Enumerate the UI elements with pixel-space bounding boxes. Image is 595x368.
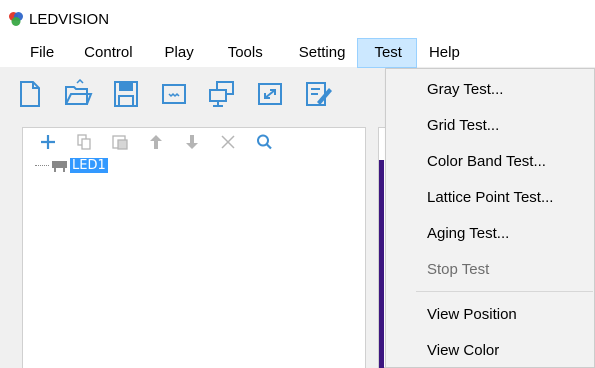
search-icon <box>257 134 272 150</box>
move-down-icon <box>186 135 198 149</box>
menu-item-view-position[interactable]: View Position <box>386 296 594 332</box>
tree-toolbar <box>23 128 365 156</box>
copy-icon <box>77 134 91 150</box>
menu-item-lattice-point-test[interactable]: Lattice Point Test... <box>386 179 594 215</box>
open-folder-icon <box>65 79 93 105</box>
menu-item-stop-test: Stop Test <box>427 260 490 278</box>
menu-setting[interactable]: Setting <box>287 38 358 68</box>
menu-item-aging-test[interactable]: Aging Test... <box>386 215 594 251</box>
menu-file[interactable]: File <box>0 38 78 68</box>
ledvision-logo-icon <box>9 12 23 26</box>
network-button[interactable] <box>206 78 238 110</box>
main-toolbar <box>0 68 380 120</box>
menu-item-grid-test[interactable]: Grid Test... <box>386 107 594 143</box>
edit-button[interactable] <box>302 78 334 110</box>
tree-connector <box>35 165 49 166</box>
display-icon <box>162 84 186 104</box>
search-button[interactable] <box>255 133 273 151</box>
new-file-button[interactable] <box>14 78 46 110</box>
fullscreen-icon <box>258 83 282 105</box>
open-button[interactable] <box>62 78 94 110</box>
menu-test[interactable]: Test <box>357 37 417 68</box>
move-up-icon <box>150 135 162 149</box>
paste-button[interactable] <box>111 133 129 151</box>
app-title: LEDVISION <box>29 10 110 28</box>
screen-tree-panel: LED1 <box>22 127 366 368</box>
menu-bar: File Control Play Tools Setting Test Hel… <box>0 37 595 68</box>
display-button[interactable] <box>158 78 190 110</box>
menu-play[interactable]: Play <box>153 38 218 68</box>
new-file-icon <box>20 81 40 107</box>
menu-control[interactable]: Control <box>78 38 152 68</box>
move-down-button[interactable] <box>183 133 201 151</box>
menu-tools[interactable]: Tools <box>218 38 287 68</box>
tree-node-label: LED1 <box>70 158 108 173</box>
delete-icon <box>221 135 235 149</box>
menu-item-gray-test[interactable]: Gray Test... <box>386 71 594 107</box>
save-button[interactable] <box>110 78 142 110</box>
delete-button[interactable] <box>219 133 237 151</box>
add-icon <box>41 135 55 149</box>
menu-item-view-color[interactable]: View Color <box>386 332 594 368</box>
add-button[interactable] <box>39 133 57 151</box>
preview-strip <box>379 160 384 368</box>
menu-help[interactable]: Help <box>417 38 470 68</box>
tree-node-led1[interactable]: LED1 <box>35 158 108 173</box>
paste-icon <box>112 135 128 150</box>
menu-separator <box>416 291 593 292</box>
copy-button[interactable] <box>75 133 93 151</box>
test-menu-dropdown: Gray Test... Grid Test... Color Band Tes… <box>385 68 595 368</box>
save-icon <box>114 81 138 107</box>
edit-icon <box>306 82 332 106</box>
led-screen-icon <box>52 160 67 172</box>
network-icon <box>209 81 234 107</box>
menu-item-color-band-test[interactable]: Color Band Test... <box>386 143 594 179</box>
move-up-button[interactable] <box>147 133 165 151</box>
title-bar: LEDVISION <box>0 0 595 38</box>
fullscreen-button[interactable] <box>254 78 286 110</box>
